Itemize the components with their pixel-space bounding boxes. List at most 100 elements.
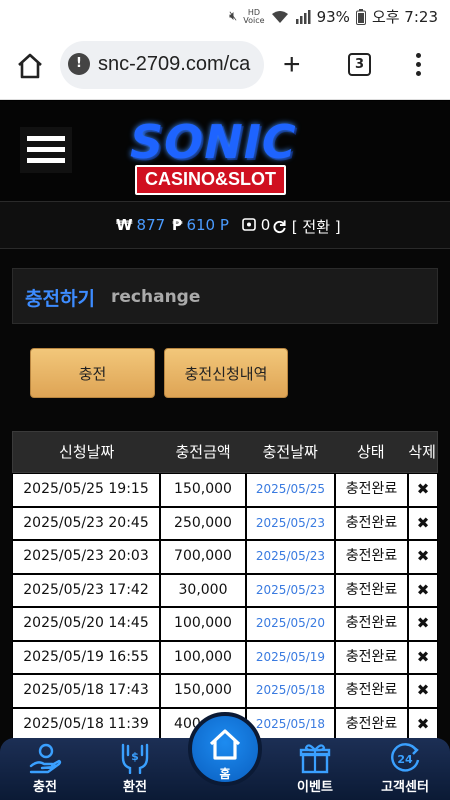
- nav-exchange[interactable]: $ 환전: [100, 742, 170, 795]
- delete-icon[interactable]: ✖: [408, 707, 438, 741]
- cell-request-date: 2025/05/18 17:43: [12, 674, 160, 708]
- logo-wordmark: SONIC: [130, 115, 297, 169]
- cell-status: 충전완료: [335, 607, 408, 641]
- cell-amount: 150,000: [160, 473, 246, 507]
- charge-history-button[interactable]: 충전신청내역: [164, 348, 288, 398]
- site-logo[interactable]: SONIC CASINO&SLOT: [124, 115, 324, 195]
- nav-support[interactable]: 24 고객센터: [370, 742, 440, 795]
- chip-value: 0: [260, 216, 271, 234]
- bottom-navigation: 충전 $ 환전 홈 이벤트 24 고객센터: [0, 712, 450, 800]
- cell-request-date: 2025/05/23 20:03: [12, 540, 160, 574]
- cell-status: 충전완료: [335, 540, 408, 574]
- balance-bar: ₩877 ₱ 610 P 0 [ 전환 ]: [0, 201, 450, 249]
- charge-icon: [29, 743, 62, 774]
- col-charge-date: 충전날짜: [262, 443, 318, 461]
- cell-charge-date: 2025/05/25: [246, 473, 335, 507]
- table-row: 2025/05/25 19:15 150,000 2025/05/25 충전완료 ✖: [12, 473, 438, 507]
- cell-amount: 250,000: [160, 506, 246, 540]
- cell-request-date: 2025/05/23 17:42: [12, 573, 160, 607]
- home-icon: [18, 53, 42, 79]
- voice-label: Voice: [243, 15, 265, 25]
- col-delete: 삭제: [408, 443, 436, 461]
- charge-button[interactable]: 충전: [30, 348, 155, 398]
- svg-text:24: 24: [397, 753, 413, 766]
- cash-value: 877: [136, 216, 166, 234]
- status-bar: 🔇︎ HD Voice 93% 오후 7:23: [0, 0, 450, 32]
- hd-voice-icon: HD Voice: [243, 8, 265, 25]
- cell-amount: 100,000: [160, 640, 246, 674]
- nav-event[interactable]: 이벤트: [280, 742, 350, 795]
- nav-support-label: 고객센터: [381, 780, 429, 795]
- table-row: 2025/05/18 17:43 150,000 2025/05/18 충전완료 ✖: [12, 674, 438, 708]
- chip-balance: 0: [242, 216, 270, 234]
- nav-charge[interactable]: 충전: [10, 742, 80, 795]
- cell-request-date: 2025/05/20 14:45: [12, 607, 160, 641]
- chip-icon: [242, 218, 256, 231]
- cell-amount: 30,000: [160, 573, 246, 607]
- won-symbol: ₩: [116, 216, 133, 234]
- table-row: 2025/05/23 20:45 250,000 2025/05/23 충전완료 ✖: [12, 506, 438, 540]
- delete-icon[interactable]: ✖: [408, 607, 438, 641]
- col-request-date: 신청날짜: [59, 443, 115, 461]
- cell-charge-date: 2025/05/18: [246, 674, 335, 708]
- cell-amount: 100,000: [160, 607, 246, 641]
- wifi-icon: [271, 10, 288, 23]
- table-body: 2025/05/25 19:15 150,000 2025/05/25 충전완료 ✖ 20…: [12, 473, 438, 741]
- table-row: 2025/05/19 16:55 100,000 2025/05/19 충전완료 ✖: [12, 640, 438, 674]
- nav-event-label: 이벤트: [297, 780, 333, 795]
- gift-icon: [299, 744, 331, 774]
- delete-icon[interactable]: ✖: [408, 640, 438, 674]
- col-status: 상태: [357, 443, 385, 461]
- url-text: snc-2709.com/ca: [98, 53, 251, 75]
- battery-percent: 93%: [316, 7, 350, 26]
- cell-status: 충전완료: [335, 506, 408, 540]
- delete-icon[interactable]: ✖: [408, 540, 438, 574]
- delete-icon[interactable]: ✖: [408, 573, 438, 607]
- table-row: 2025/05/23 17:42 30,000 2025/05/23 충전완료 ✖: [12, 573, 438, 607]
- status-icons: 🔇︎ HD Voice 93% 오후 7:23: [229, 6, 438, 27]
- delete-icon[interactable]: ✖: [408, 674, 438, 708]
- browser-toolbar: ! snc-2709.com/ca + 3: [0, 32, 450, 100]
- tab-switcher-button[interactable]: 3: [348, 53, 371, 76]
- delete-icon[interactable]: ✖: [408, 473, 438, 507]
- delete-icon[interactable]: ✖: [408, 506, 438, 540]
- cell-request-date: 2025/05/23 20:45: [12, 506, 160, 540]
- svg-text:$: $: [131, 750, 139, 763]
- nav-exchange-label: 환전: [123, 780, 147, 795]
- signal-icon: [295, 9, 311, 24]
- convert-button[interactable]: [ 전환 ]: [272, 216, 341, 237]
- refresh-icon: [273, 220, 286, 234]
- table-row: 2025/05/23 20:03 700,000 2025/05/23 충전완료 ✖: [12, 540, 438, 574]
- mute-icon: 🔇︎: [229, 9, 238, 24]
- site-info-icon[interactable]: !: [68, 53, 90, 75]
- table-header: 신청날짜 충전금액 충전날짜 상태 삭제: [12, 431, 438, 473]
- table-row: 2025/05/20 14:45 100,000 2025/05/20 충전완료 ✖: [12, 607, 438, 641]
- point-symbol: ₱: [172, 216, 183, 234]
- cell-amount: 700,000: [160, 540, 246, 574]
- cell-status: 충전완료: [335, 640, 408, 674]
- nav-charge-label: 충전: [33, 780, 57, 795]
- logo-subtitle: CASINO&SLOT: [135, 165, 287, 195]
- hamburger-menu-icon[interactable]: [20, 127, 72, 173]
- browser-menu-button[interactable]: [408, 50, 428, 80]
- browser-home-button[interactable]: [14, 50, 46, 82]
- clock: 오후 7:23: [371, 8, 438, 26]
- cell-amount: 150,000: [160, 674, 246, 708]
- cell-status: 충전완료: [335, 573, 408, 607]
- cell-charge-date: 2025/05/19: [246, 640, 335, 674]
- cell-charge-date: 2025/05/20: [246, 607, 335, 641]
- point-value: 610 P: [186, 216, 229, 234]
- exchange-icon: $: [121, 743, 149, 774]
- cell-request-date: 2025/05/18 11:39: [12, 707, 160, 741]
- cash-balance: ₩877: [116, 216, 165, 234]
- cell-status: 충전완료: [335, 707, 408, 741]
- new-tab-button[interactable]: +: [283, 50, 301, 80]
- cell-status: 충전완료: [335, 473, 408, 507]
- support-24-icon: 24: [391, 743, 420, 772]
- address-bar[interactable]: ! snc-2709.com/ca: [60, 41, 264, 89]
- site-header: SONIC CASINO&SLOT: [0, 101, 450, 201]
- home-icon: [209, 729, 241, 760]
- nav-home[interactable]: 홈: [188, 712, 262, 786]
- panel-title-bar: 충전하기 rechange: [12, 268, 438, 324]
- cell-request-date: 2025/05/25 19:15: [12, 473, 160, 507]
